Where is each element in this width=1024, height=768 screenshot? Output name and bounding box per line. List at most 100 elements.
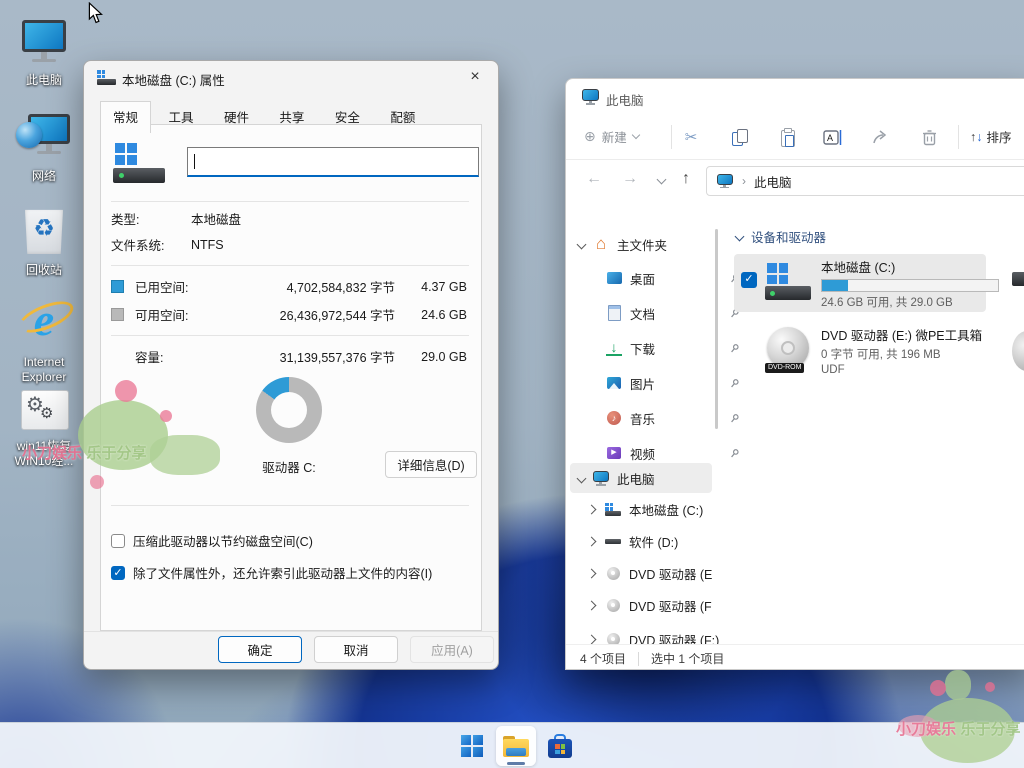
compress-checkbox-row[interactable]: 压缩此驱动器以节约磁盘空间(C): [111, 531, 467, 550]
chevron-icon: [577, 239, 587, 249]
tile-local-disk-c[interactable]: ✓ 本地磁盘 (C:) 24.6 GB 可用, 共 29.0 GB: [734, 254, 986, 312]
explorer-titlebar[interactable]: 此电脑: [566, 79, 1024, 115]
desktop-icon-network[interactable]: 网络: [0, 108, 88, 184]
index-checkbox-row[interactable]: ✓ 除了文件属性外，还允许索引此驱动器上文件的内容(I): [111, 563, 467, 582]
share-button[interactable]: [868, 125, 894, 149]
sidebar-scrollbar[interactable]: [715, 229, 718, 429]
sidebar-item-home[interactable]: ⌂ 主文件夹: [570, 229, 712, 259]
music-icon: ♪: [606, 410, 622, 426]
sidebar-item-disk-d[interactable]: 软件 (D:): [570, 526, 730, 556]
tab-sharing[interactable]: 共享: [266, 101, 317, 131]
microsoft-store-button[interactable]: [540, 726, 580, 766]
close-button[interactable]: ×: [454, 63, 496, 91]
sidebar-item-dvd-e[interactable]: DVD 驱动器 (E: [570, 558, 730, 588]
drive-icon: [97, 70, 116, 85]
sidebar-item-documents[interactable]: 文档: [570, 298, 748, 328]
tab-quota[interactable]: 配额: [377, 101, 428, 131]
tab-hardware[interactable]: 硬件: [211, 101, 262, 131]
sidebar-item-downloads[interactable]: ↓ 下载: [570, 333, 748, 363]
desktop-icon-internet-explorer[interactable]: e Internet Explorer: [0, 292, 88, 385]
tab-security[interactable]: 安全: [322, 101, 373, 131]
dvd-icon: [605, 597, 621, 613]
sidebar-item-dvd-f[interactable]: DVD 驱动器 (F: [570, 590, 730, 620]
check-icon: ✓: [113, 567, 122, 579]
document-icon: [606, 305, 622, 321]
mouse-cursor: [86, 2, 106, 29]
checkbox-unchecked[interactable]: [111, 534, 125, 548]
delete-button[interactable]: [916, 125, 942, 149]
start-button[interactable]: [452, 726, 492, 766]
dialog-titlebar[interactable]: 本地磁盘 (C:) 属性 ×: [84, 61, 498, 93]
tile-caption: 24.6 GB 可用, 共 29.0 GB: [821, 294, 986, 310]
rename-button[interactable]: A: [820, 125, 846, 149]
type-row: 类型: 本地磁盘: [111, 209, 467, 228]
cancel-button[interactable]: 取消: [314, 636, 398, 663]
up-button[interactable]: ↑: [682, 170, 690, 188]
tab-tools[interactable]: 工具: [155, 101, 206, 131]
section-header-devices[interactable]: 设备和驱动器: [736, 227, 826, 246]
share-icon: [872, 129, 890, 145]
tile-caption: 0 字节 可用, 共 196 MB: [821, 346, 986, 362]
desktop-folder-icon: [606, 270, 622, 286]
paste-button[interactable]: [774, 125, 800, 149]
general-tab-page: 类型: 本地磁盘 文件系统: NTFS 已用空间: 4,702,584,832 …: [100, 124, 482, 631]
windows-logo-icon: [461, 735, 483, 757]
volume-label-input[interactable]: [187, 147, 479, 177]
chevron-icon: [587, 504, 597, 514]
checkbox-checked-icon[interactable]: ✓: [741, 272, 757, 288]
desktop-icon-this-pc[interactable]: 此电脑: [0, 14, 88, 88]
used-space-swatch: [111, 280, 124, 293]
sidebar-item-music[interactable]: ♪ 音乐: [570, 403, 748, 433]
back-button[interactable]: ←: [586, 170, 602, 188]
apply-button[interactable]: 应用(A): [410, 636, 494, 663]
pin-icon: [729, 448, 740, 459]
recent-locations-chevron[interactable]: [657, 175, 667, 185]
dialog-title: 本地磁盘 (C:) 属性: [122, 70, 225, 89]
sort-arrows-icon: ↑↓: [970, 130, 983, 144]
tile-dvd-e[interactable]: DVD-ROM DVD 驱动器 (E:) 微PE工具箱 0 字节 可用, 共 1…: [734, 319, 986, 381]
file-explorer-taskbar-button[interactable]: [496, 726, 536, 766]
desktop-icon-label: Internet Explorer: [0, 355, 88, 385]
tile-filesystem: UDF: [821, 364, 986, 376]
internet-explorer-icon: e: [16, 292, 72, 348]
details-button[interactable]: 详细信息(D): [385, 451, 477, 478]
forward-button[interactable]: →: [622, 170, 638, 188]
desktop-icon-recycle-bin[interactable]: ♻ 回收站: [0, 204, 88, 278]
this-pc-icon: [717, 174, 734, 189]
partial-drive-icon: [1012, 272, 1024, 286]
trash-icon: [922, 129, 937, 146]
separator: [111, 265, 469, 266]
sidebar-item-this-pc[interactable]: 此电脑: [570, 463, 712, 493]
desktop-icon-label: 回收站: [0, 263, 88, 278]
chevron-icon: [735, 232, 745, 242]
explorer-toolbar: ⊕ 新建 ✂: [566, 115, 1024, 160]
separator: [111, 201, 469, 202]
checkbox-checked[interactable]: ✓: [111, 566, 125, 580]
sort-button[interactable]: ↑↓ 排序: [970, 127, 1012, 146]
status-divider: [638, 652, 639, 666]
drive-caption: 驱动器 C:: [229, 457, 349, 476]
volume-label-text[interactable]: [188, 148, 478, 175]
separator: [111, 335, 469, 336]
copy-button[interactable]: [726, 125, 752, 149]
new-button[interactable]: ⊕ 新建: [584, 127, 639, 146]
drive-icon: [605, 533, 621, 549]
tile-name: DVD 驱动器 (E:) 微PE工具箱: [821, 325, 986, 344]
ok-button[interactable]: 确定: [218, 636, 302, 663]
toolbar-divider: [958, 125, 959, 149]
breadcrumb-location[interactable]: 此电脑: [754, 172, 792, 191]
cut-button[interactable]: ✂: [678, 125, 704, 149]
address-bar[interactable]: › 此电脑: [706, 166, 1024, 196]
sidebar-item-desktop[interactable]: 桌面: [570, 263, 748, 293]
sidebar-item-disk-c[interactable]: 本地磁盘 (C:): [570, 494, 730, 524]
filesystem-row: 文件系统: NTFS: [111, 235, 467, 254]
properties-dialog: 本地磁盘 (C:) 属性 × 常规 工具 硬件 共享 安全 配额: [83, 60, 499, 670]
taskbar: 英 拼 14:55 2022/8/12 z: [0, 722, 1024, 768]
desktop-icon-win11-restore[interactable]: ⚙ ⚙ win11恢复 WIN10经...: [0, 388, 88, 469]
desktop-icon-label: 网络: [0, 169, 88, 184]
tab-general[interactable]: 常规: [100, 101, 151, 133]
gears-window-icon: ⚙ ⚙: [18, 388, 70, 432]
drive-icon: [605, 501, 621, 517]
sidebar-item-pictures[interactable]: 图片: [570, 368, 748, 398]
plus-circle-icon: ⊕: [584, 128, 596, 145]
